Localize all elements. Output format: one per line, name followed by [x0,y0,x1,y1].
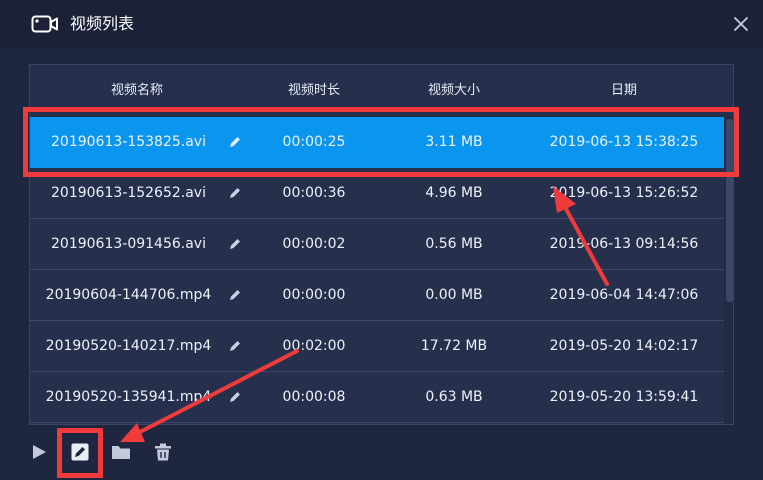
table-row[interactable]: 20190604-144706.mp4 00:00:00 0.00 MB 201… [30,270,724,321]
scrollbar[interactable] [724,117,733,424]
pencil-icon[interactable] [227,338,243,354]
date-cell: 2019-05-20 14:02:17 [549,338,699,354]
edit-icon[interactable] [69,441,91,463]
file-name-cell: 20190604-144706.mp4 [45,287,212,303]
table-row[interactable]: 20190613-153825.avi 00:00:25 3.11 MB 201… [30,117,724,168]
column-header-size[interactable]: 视频大小 [384,82,524,100]
trash-icon[interactable] [152,441,174,463]
pencil-icon[interactable] [227,236,243,252]
column-header-date[interactable]: 日期 [524,82,724,100]
table-row[interactable]: 20190520-140217.mp4 00:02:00 17.72 MB 20… [30,321,724,372]
duration-cell: 00:00:02 [282,236,346,252]
size-cell: 3.11 MB [425,134,483,150]
size-cell: 4.96 MB [425,185,483,201]
file-name-cell: 20190613-153825.avi [51,134,206,150]
size-cell: 0.00 MB [425,287,483,303]
file-name-cell: 20190520-140217.mp4 [45,338,212,354]
file-name-cell: 20190520-135941.mp4 [45,389,212,405]
title-bar: 视频列表 [0,0,763,48]
date-cell: 2019-06-04 14:47:06 [549,287,699,303]
size-cell: 0.63 MB [425,389,483,405]
pencil-icon[interactable] [227,287,243,303]
scrollbar-thumb[interactable] [726,119,733,302]
duration-cell: 00:02:00 [282,338,346,354]
size-cell: 17.72 MB [420,338,488,354]
column-header-duration[interactable]: 视频时长 [244,82,384,100]
video-list: 视频名称 视频时长 视频大小 日期 20190613-153825.avi 00… [29,64,734,425]
table-row[interactable]: 20190613-091456.avi 00:00:02 0.56 MB 201… [30,219,724,270]
pencil-icon[interactable] [227,185,243,201]
table-header: 视频名称 视频时长 视频大小 日期 [30,65,733,117]
date-cell: 2019-06-13 15:38:25 [549,134,699,150]
pencil-icon[interactable] [227,389,243,405]
duration-cell: 00:00:08 [282,389,346,405]
size-cell: 0.56 MB [425,236,483,252]
file-name-cell: 20190613-091456.avi [51,236,206,252]
date-cell: 2019-06-13 15:26:52 [549,185,699,201]
duration-cell: 00:00:36 [282,185,346,201]
pencil-icon[interactable] [227,134,243,150]
folder-icon[interactable] [110,441,132,463]
play-icon[interactable] [28,441,50,463]
file-name-cell: 20190613-152652.avi [51,185,206,201]
date-cell: 2019-05-20 13:59:41 [549,389,699,405]
video-camera-icon [31,15,58,33]
date-cell: 2019-06-13 09:14:56 [549,236,699,252]
window-title: 视频列表 [70,14,135,33]
duration-cell: 00:00:25 [282,134,346,150]
duration-cell: 00:00:00 [282,287,346,303]
table-row[interactable]: 20190613-152652.avi 00:00:36 4.96 MB 201… [30,168,724,219]
column-header-name[interactable]: 视频名称 [30,82,244,100]
close-icon[interactable] [730,13,752,35]
table-row[interactable]: 20190520-135941.mp4 00:00:08 0.63 MB 201… [30,372,724,423]
